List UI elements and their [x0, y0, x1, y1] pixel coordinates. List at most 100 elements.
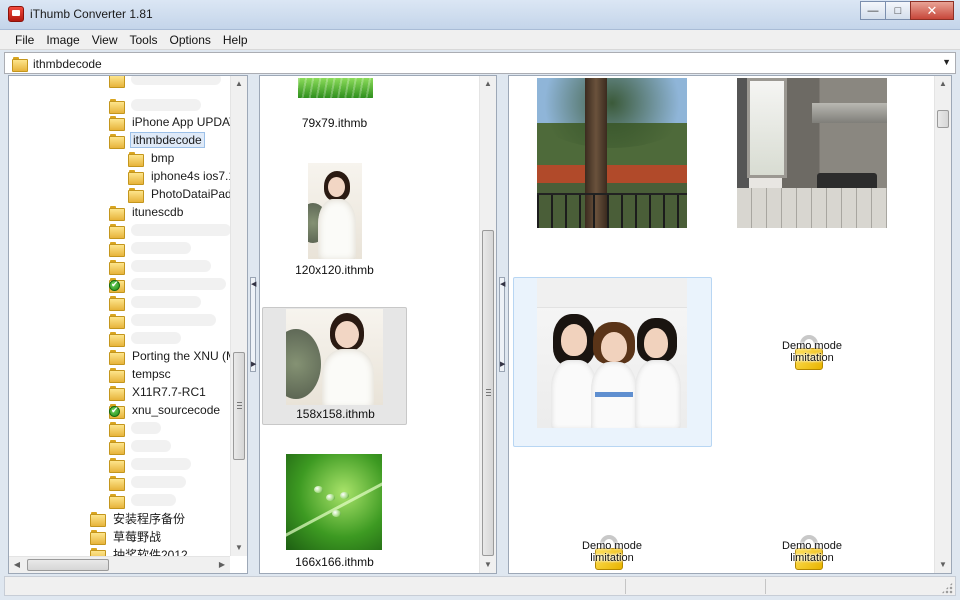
tree-item-obscured[interactable]: [109, 239, 191, 257]
tree-item-obscured[interactable]: [109, 329, 181, 347]
tree-item[interactable]: tempsc: [109, 365, 173, 383]
dropdown-arrow-icon[interactable]: ▼: [942, 57, 951, 67]
minimize-button[interactable]: —: [860, 1, 886, 20]
tree-item[interactable]: iphone4s ios7.1: [128, 167, 237, 185]
tree-item-obscured[interactable]: [109, 473, 186, 491]
demo-locked-tile[interactable]: Demo mode limitation: [767, 531, 857, 573]
menu-help[interactable]: Help: [217, 30, 254, 49]
collapse-left-icon[interactable]: ◀: [500, 280, 505, 288]
tree-item[interactable]: itunescdb: [109, 203, 185, 221]
close-button[interactable]: ✕: [910, 1, 954, 20]
maximize-button[interactable]: □: [885, 1, 911, 20]
folder-icon: [109, 439, 125, 455]
ithmb-file-item[interactable]: 166x166.ithmb: [262, 451, 407, 569]
preview-image[interactable]: [537, 78, 687, 228]
preview-image[interactable]: [737, 78, 887, 228]
tree-item-obscured[interactable]: [109, 437, 171, 455]
collapse-right-icon[interactable]: ▶: [251, 360, 256, 368]
tree-item[interactable]: bmp: [128, 149, 176, 167]
scroll-thumb[interactable]: [482, 230, 494, 556]
scroll-left-arrow-icon[interactable]: ◀: [9, 557, 25, 573]
tree-item-obscured[interactable]: [109, 311, 216, 329]
status-panel: [625, 579, 626, 594]
menu-bar: File Image View Tools Options Help: [0, 30, 960, 50]
menu-image[interactable]: Image: [40, 30, 85, 49]
scroll-up-arrow-icon[interactable]: ▲: [231, 76, 247, 92]
ithmb-file-item[interactable]: 120x120.ithmb: [262, 159, 407, 279]
tree-item-obscured[interactable]: [109, 455, 191, 473]
preview-vertical-scrollbar[interactable]: ▲ ▼: [934, 76, 951, 573]
pane-splitter[interactable]: ◀ ▶: [499, 277, 505, 372]
demo-locked-tile[interactable]: Demo mode limitation: [767, 331, 857, 391]
tree-item-obscured[interactable]: [109, 491, 176, 509]
demo-locked-tile[interactable]: Demo mode limitation: [567, 531, 657, 573]
menu-view[interactable]: View: [86, 30, 124, 49]
folder-tree-pane[interactable]: iPhone App UPDAT ithmbdecode bmp iphone4…: [8, 75, 248, 574]
folder-icon: [109, 367, 125, 383]
tree-item-obscured[interactable]: [109, 293, 201, 311]
scroll-thumb[interactable]: [937, 110, 949, 128]
folder-icon: [128, 151, 144, 167]
tree-item[interactable]: Porting the XNU (M: [109, 347, 238, 365]
tree-item[interactable]: 安装程序备份: [90, 509, 187, 527]
ithmb-file-list[interactable]: 79x79.ithmb 120x120.ithmb 158x158.ithmb …: [259, 75, 497, 574]
tree-item[interactable]: iPhone App UPDAT: [109, 113, 239, 131]
scroll-up-arrow-icon[interactable]: ▲: [935, 76, 951, 92]
image-preview-grid[interactable]: Demo mode limitation Demo mode limitation …: [508, 75, 952, 574]
scroll-thumb[interactable]: [233, 352, 245, 460]
tree-horizontal-scrollbar[interactable]: ◀ ▶: [9, 556, 230, 573]
status-panel: [765, 579, 766, 594]
tree-item-obscured[interactable]: [109, 257, 211, 275]
pane-splitter[interactable]: ◀ ▶: [250, 277, 256, 372]
scroll-right-arrow-icon[interactable]: ▶: [214, 557, 230, 573]
scroll-down-arrow-icon[interactable]: ▼: [480, 557, 496, 573]
checkmark-badge-icon: [109, 405, 120, 417]
tree-item-obscured[interactable]: [109, 419, 161, 437]
tree-item-obscured[interactable]: [109, 221, 231, 239]
scroll-up-arrow-icon[interactable]: ▲: [480, 76, 496, 92]
folder-icon: [109, 76, 125, 88]
tree-item[interactable]: PhotoDataiPad5: [128, 185, 240, 203]
resize-grip-icon[interactable]: [941, 582, 953, 594]
ithmb-file-name: 79x79.ithmb: [301, 116, 368, 130]
folder-icon: [109, 295, 125, 311]
tree-item-obscured[interactable]: [109, 96, 201, 114]
folder-icon: [109, 457, 125, 473]
folder-icon: [109, 475, 125, 491]
ithmb-file-item-selected[interactable]: 158x158.ithmb: [262, 307, 407, 425]
window-title: iThumb Converter 1.81: [30, 7, 153, 21]
scroll-thumb[interactable]: [27, 559, 109, 571]
tree-vertical-scrollbar[interactable]: ▲ ▼: [230, 76, 247, 556]
app-icon: [8, 6, 24, 22]
scroll-down-arrow-icon[interactable]: ▼: [935, 557, 951, 573]
demo-limitation-text: Demo mode limitation: [782, 540, 842, 564]
ithmb-file-name: 158x158.ithmb: [296, 407, 375, 421]
folder-icon: [128, 169, 144, 185]
folder-icon: [109, 205, 125, 221]
tree-item-obscured[interactable]: [109, 76, 221, 88]
file-list-vertical-scrollbar[interactable]: ▲ ▼: [479, 76, 496, 573]
menu-tools[interactable]: Tools: [124, 30, 164, 49]
demo-limitation-text: Demo mode limitation: [782, 340, 842, 364]
tree-item-selected[interactable]: ithmbdecode: [109, 131, 205, 149]
folder-icon: [109, 331, 125, 347]
folder-icon: [109, 223, 125, 239]
tree-item[interactable]: xnu_sourcecode: [109, 401, 222, 419]
ithmb-file-item[interactable]: 79x79.ithmb: [262, 76, 407, 135]
status-bar: [4, 576, 956, 596]
folder-icon: [109, 313, 125, 329]
collapse-left-icon[interactable]: ◀: [251, 280, 256, 288]
preview-image[interactable]: [537, 278, 687, 428]
scroll-down-arrow-icon[interactable]: ▼: [231, 540, 247, 556]
menu-file[interactable]: File: [9, 30, 40, 49]
tree-item[interactable]: 草莓野战: [90, 527, 163, 545]
folder-icon: [128, 187, 144, 203]
folder-icon: [109, 98, 125, 114]
tree-item[interactable]: X11R7.7-RC1: [109, 383, 208, 401]
path-combobox[interactable]: ithmbdecode ▼: [4, 52, 956, 74]
tree-item-obscured[interactable]: [109, 275, 226, 293]
menu-options[interactable]: Options: [164, 30, 217, 49]
ithmb-file-name: 166x166.ithmb: [295, 555, 374, 569]
title-bar: iThumb Converter 1.81 — □ ✕: [0, 0, 960, 30]
collapse-right-icon[interactable]: ▶: [500, 360, 505, 368]
